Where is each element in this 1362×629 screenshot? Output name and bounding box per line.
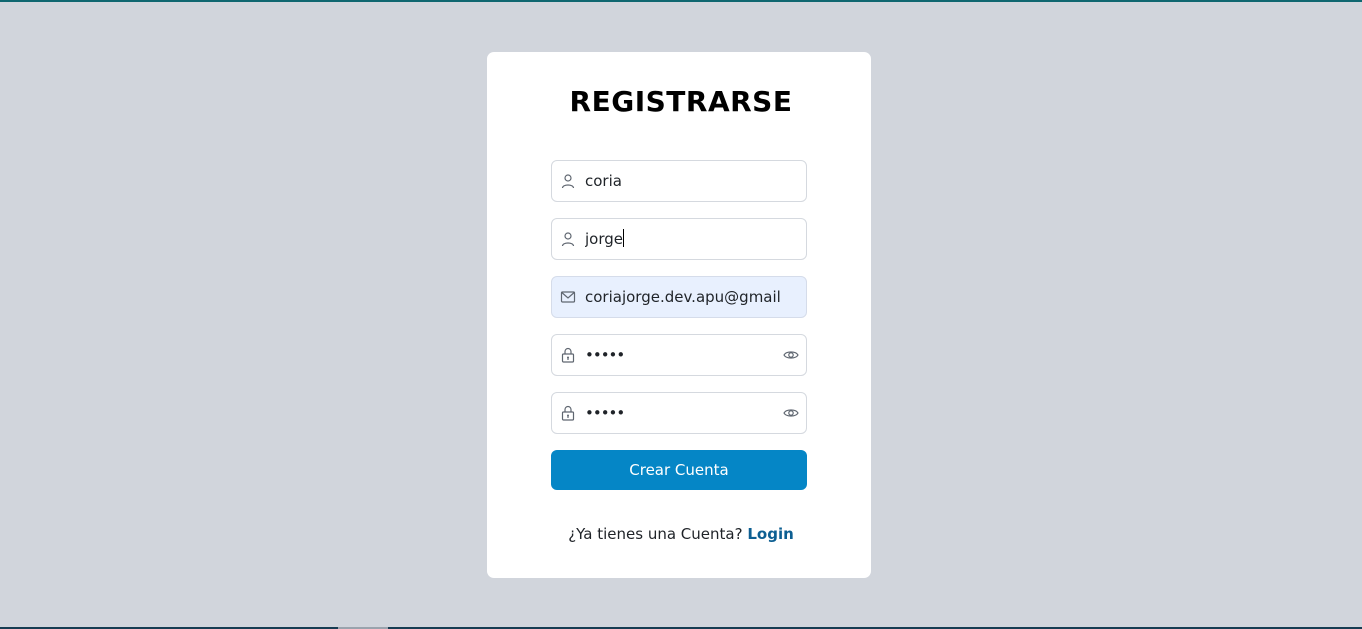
user-icon (561, 174, 575, 189)
password-value[interactable]: ••••• (585, 335, 785, 375)
first-name-text: jorge (585, 230, 623, 248)
login-link[interactable]: Login (747, 525, 793, 543)
mail-icon (560, 291, 576, 303)
confirm-password-value[interactable]: ••••• (585, 393, 785, 433)
create-account-button[interactable]: Crear Cuenta (551, 450, 807, 490)
lock-icon (561, 405, 575, 421)
user-icon (561, 232, 575, 247)
top-border (0, 0, 1362, 2)
login-prompt: ¿Ya tienes una Cuenta? Login (0, 524, 1362, 544)
last-name-value[interactable]: coria (585, 161, 785, 201)
login-question: ¿Ya tienes una Cuenta? (568, 525, 743, 543)
email-value[interactable]: coriajorge.dev.apu@gmail (585, 277, 785, 317)
confirm-password-field[interactable]: ••••• (551, 392, 807, 434)
first-name-field[interactable]: jorge (551, 218, 807, 260)
lock-icon (561, 347, 575, 363)
first-name-value[interactable]: jorge (585, 219, 785, 259)
last-name-field[interactable]: coria (551, 160, 807, 202)
text-caret (623, 229, 624, 247)
page-title: REGISTRARSE (569, 85, 793, 118)
email-field[interactable]: coriajorge.dev.apu@gmail (551, 276, 807, 318)
eye-icon[interactable] (783, 405, 799, 421)
password-field[interactable]: ••••• (551, 334, 807, 376)
eye-icon[interactable] (783, 347, 799, 363)
